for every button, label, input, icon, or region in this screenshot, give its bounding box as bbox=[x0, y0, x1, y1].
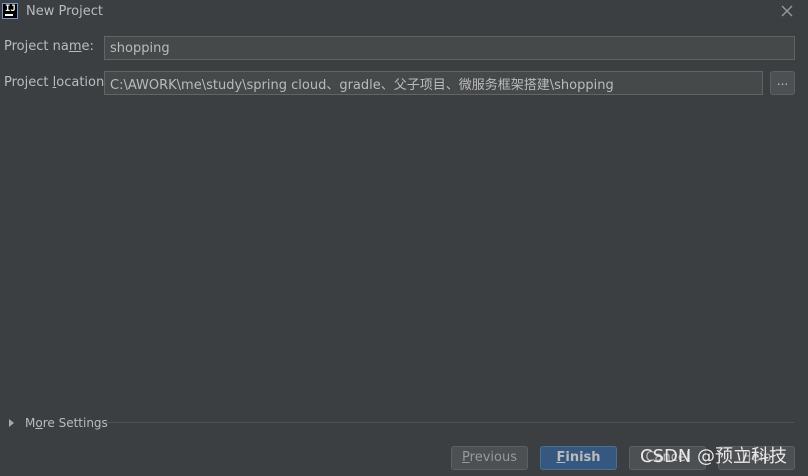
browse-button[interactable]: ... bbox=[770, 71, 795, 95]
dialog-title: New Project bbox=[26, 4, 103, 19]
more-settings-toggle[interactable]: More Settings bbox=[9, 415, 108, 431]
triangle-right-icon bbox=[9, 419, 14, 427]
intellij-icon: IJ bbox=[2, 3, 18, 19]
more-settings-divider bbox=[104, 422, 794, 423]
close-icon[interactable] bbox=[780, 4, 794, 18]
csdn-watermark: CSDN @预立科技 bbox=[640, 446, 788, 467]
previous-button[interactable]: Previous bbox=[451, 446, 528, 470]
title-bar: IJ New Project bbox=[0, 0, 808, 24]
more-settings-label: More Settings bbox=[25, 416, 108, 430]
project-location-label: Project location: bbox=[4, 75, 109, 90]
new-project-dialog: IJ New Project Project name: Project loc… bbox=[0, 0, 808, 476]
finish-button[interactable]: Finish bbox=[540, 446, 617, 470]
project-name-label: Project name: bbox=[4, 39, 94, 54]
project-name-input[interactable] bbox=[104, 36, 795, 60]
project-location-input[interactable] bbox=[104, 71, 763, 95]
